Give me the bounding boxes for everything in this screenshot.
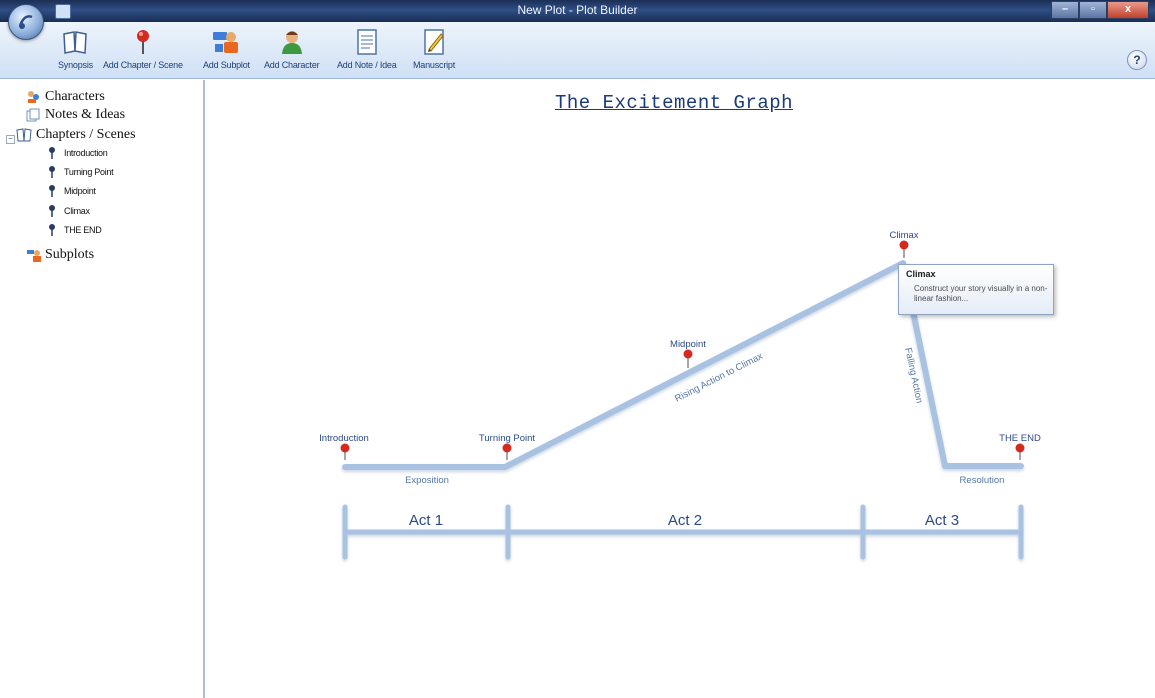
- maximize-button[interactable]: ▫: [1079, 1, 1107, 19]
- notes-icon: [26, 108, 40, 122]
- pushpin-icon: [49, 185, 55, 197]
- app-menu-button[interactable]: [8, 4, 44, 40]
- pin-the-end[interactable]: THE END: [999, 433, 1041, 460]
- tree-item-notes-ideas[interactable]: Notes & Ideas: [26, 107, 125, 123]
- pushpin-icon: [49, 166, 55, 178]
- pin-label-turning-point: Turning Point: [479, 433, 536, 444]
- tree-scene-the-end[interactable]: THE END: [48, 224, 102, 236]
- window-title: New Plot - Plot Builder: [517, 3, 638, 17]
- pushpin-icon: [128, 28, 158, 56]
- tree-label-the-end: THE END: [64, 225, 102, 235]
- tree-label-introduction: Introduction: [64, 148, 108, 158]
- act-label-3: Act 3: [925, 512, 959, 529]
- climax-tooltip: Climax Construct your story visually in …: [898, 264, 1054, 315]
- book-icon: [60, 28, 90, 56]
- add-chapter-scene-label: Add Chapter / Scene: [103, 60, 183, 70]
- add-character-button[interactable]: Add Character: [264, 28, 320, 76]
- add-note-idea-button[interactable]: Add Note / Idea: [337, 28, 397, 76]
- segment-label-exposition: Exposition: [405, 475, 449, 486]
- act-label-1: Act 1: [409, 512, 443, 529]
- tree-label-midpoint: Midpoint: [64, 186, 96, 196]
- add-subplot-button[interactable]: Add Subplot: [203, 28, 250, 76]
- quick-save-icon[interactable]: [55, 4, 71, 19]
- pushpin-icon: [49, 205, 55, 217]
- pin-label-climax: Climax: [889, 230, 918, 241]
- ribbon-toolbar: Synopsis Add Chapter / Scene Add Subplot…: [0, 22, 1155, 79]
- note-icon: [352, 28, 382, 56]
- close-button[interactable]: x: [1107, 1, 1149, 19]
- tree-label-subplots: Subplots: [45, 247, 95, 262]
- collapse-toggle[interactable]: −: [6, 135, 15, 144]
- tree-scene-introduction[interactable]: Introduction: [48, 147, 108, 159]
- character-icon: [277, 28, 307, 56]
- pin-introduction[interactable]: Introduction: [319, 433, 369, 460]
- excitement-graph: Introduction Turning Point Midpoint Clim…: [319, 230, 1041, 560]
- pushpin-icon: [49, 224, 55, 236]
- tooltip-title: Climax: [906, 269, 936, 279]
- title-bar: New Plot - Plot Builder – ▫ x: [0, 0, 1155, 22]
- act-label-2: Act 2: [668, 512, 702, 529]
- minimize-button[interactable]: –: [1051, 1, 1079, 19]
- tree-label-climax: Climax: [64, 206, 90, 216]
- synopsis-label: Synopsis: [58, 60, 93, 70]
- pin-label-midpoint: Midpoint: [670, 339, 706, 350]
- pin-label-introduction: Introduction: [319, 433, 369, 444]
- graph-canvas: The Excitement Graph Introduction Turnin…: [205, 80, 1155, 698]
- help-button[interactable]: ?: [1127, 50, 1147, 70]
- characters-icon: [28, 91, 39, 103]
- tree-item-chapters-scenes[interactable]: Chapters / Scenes: [16, 127, 136, 143]
- manuscript-label: Manuscript: [413, 60, 456, 70]
- add-character-label: Add Character: [264, 60, 320, 70]
- pencil-document-icon: [419, 28, 449, 56]
- tree-item-subplots[interactable]: Subplots: [26, 247, 94, 263]
- pin-climax[interactable]: Climax: [889, 230, 919, 258]
- manuscript-button[interactable]: Manuscript: [413, 28, 455, 76]
- tooltip-body: Construct your story visually in a non-l…: [914, 284, 1048, 303]
- tree-label-chapters-scenes: Chapters / Scenes: [36, 127, 136, 142]
- tree-label-turning-point: Turning Point: [64, 167, 114, 177]
- tree-scene-climax[interactable]: Climax: [48, 205, 90, 217]
- add-subplot-label: Add Subplot: [203, 60, 250, 70]
- book-icon: [16, 128, 32, 142]
- tree-label-notes-ideas: Notes & Ideas: [45, 107, 126, 122]
- tree-scene-midpoint[interactable]: Midpoint: [48, 185, 96, 197]
- pushpin-icon: [49, 147, 55, 159]
- tree-item-characters[interactable]: Characters: [26, 89, 105, 105]
- add-note-idea-label: Add Note / Idea: [337, 60, 397, 70]
- app-logo-icon: [18, 15, 33, 29]
- segment-label-resolution: Resolution: [960, 475, 1005, 486]
- add-chapter-scene-button[interactable]: Add Chapter / Scene: [103, 28, 183, 76]
- tree-label-characters: Characters: [45, 89, 105, 104]
- pin-label-the-end: THE END: [999, 433, 1041, 444]
- subplot-icon: [211, 28, 241, 56]
- synopsis-button[interactable]: Synopsis: [58, 28, 93, 76]
- subplot-icon: [27, 250, 41, 262]
- window-controls: – ▫ x: [1051, 1, 1149, 19]
- tree-scene-turning-point[interactable]: Turning Point: [48, 166, 114, 178]
- sidebar-tree: Characters Notes & Ideas − Chapters / Sc…: [0, 80, 205, 698]
